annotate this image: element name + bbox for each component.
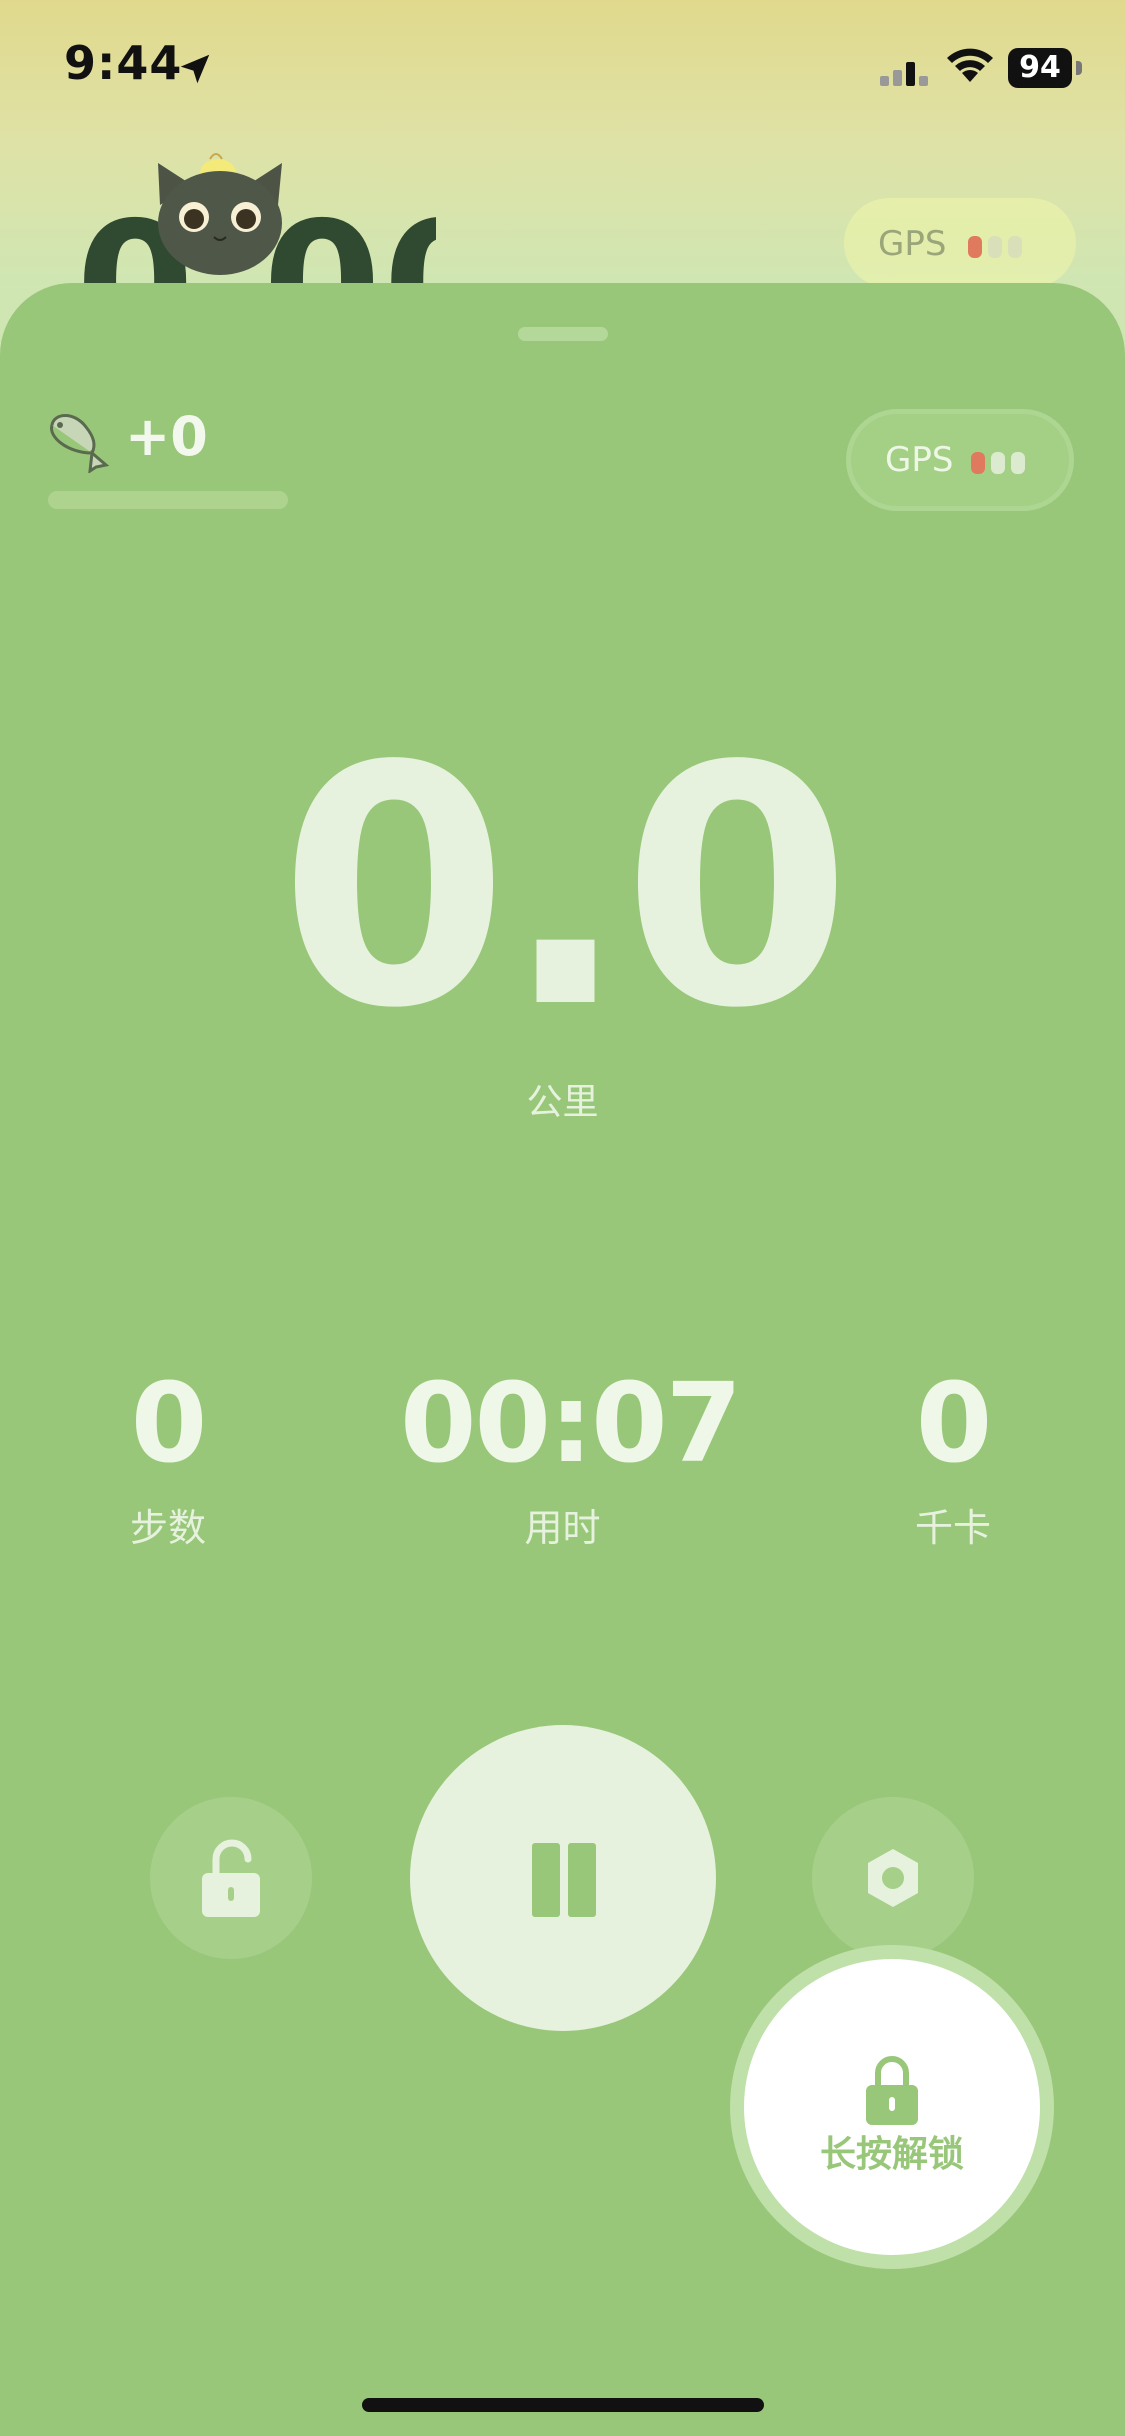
sheet-grabber[interactable] [518, 327, 608, 341]
gps-bar-3 [1011, 452, 1025, 474]
background-gps-indicator: GPS [844, 198, 1076, 288]
unlock-label: 长按解锁 [819, 2134, 964, 2175]
reward-progress-bar [48, 491, 288, 509]
gps-label: GPS [885, 440, 954, 480]
workout-sheet: +0 GPS 0.0 公里 0 步数 00:07 用时 0 千卡 长按解锁 [0, 283, 1125, 2436]
gps-bar-1 [971, 452, 985, 474]
distance-unit: 公里 [526, 1082, 599, 1123]
long-press-unlock-ring: 长按解锁 [730, 1945, 1054, 2269]
pause-button[interactable] [410, 1725, 716, 2031]
duration-label: 用时 [524, 1506, 601, 1550]
duration-value: 00:07 [400, 1359, 742, 1487]
padlock-icon [866, 2056, 918, 2125]
stat-calories: 0 千卡 [853, 1363, 1053, 1552]
fish-icon [50, 414, 110, 473]
lock-screen-button[interactable] [150, 1797, 312, 1959]
long-press-unlock-button[interactable]: 长按解锁 [744, 1959, 1040, 2255]
gps-bar-2 [991, 452, 1005, 474]
gear-icon [868, 1849, 918, 1907]
home-indicator[interactable] [362, 2398, 764, 2412]
background-page: 0.00 GPS [0, 0, 1125, 300]
fish-reward-count: +0 [125, 405, 208, 468]
calories-value: 0 [915, 1359, 993, 1487]
unlocked-padlock-icon [202, 1839, 260, 1917]
cat-mascot-icon [158, 153, 282, 275]
pause-icon-bar [568, 1843, 596, 1917]
steps-label: 步数 [129, 1506, 206, 1550]
stat-duration: 00:07 用时 [400, 1359, 742, 1552]
gps-signal-indicator: GPS [846, 409, 1074, 511]
stat-steps: 0 步数 [68, 1363, 268, 1552]
steps-value: 0 [130, 1359, 208, 1487]
pause-icon [532, 1843, 560, 1917]
distance-value: 0.0 [279, 696, 852, 1080]
settings-button[interactable] [812, 1797, 974, 1959]
calories-label: 千卡 [914, 1506, 991, 1550]
